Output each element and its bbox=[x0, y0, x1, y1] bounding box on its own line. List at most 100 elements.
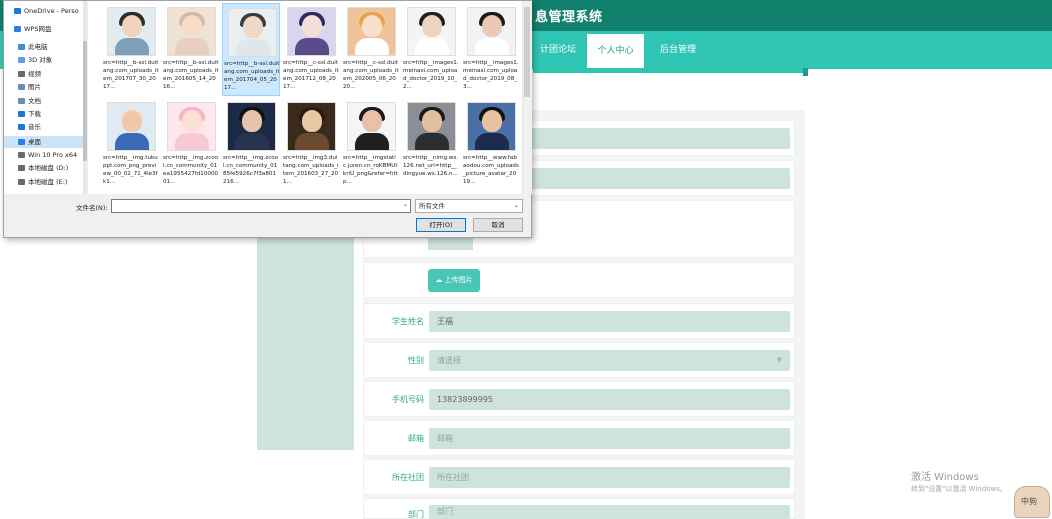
file-item[interactable]: src=http__img.zcool.cn_community_01ea195… bbox=[162, 98, 220, 191]
file-name: src=http__b-ssl.duitang.com_uploads_item… bbox=[103, 60, 159, 90]
filetype-value: 所有文件 bbox=[419, 202, 445, 210]
phone-input[interactable]: 13823899995 bbox=[429, 389, 790, 410]
filetype-select[interactable]: 所有文件 ⌄ bbox=[415, 199, 523, 213]
nav-item-forum[interactable]: 计团论坛 bbox=[533, 31, 583, 69]
sidebar-item-label: WPS网盘 bbox=[24, 25, 52, 33]
sidebar-item[interactable]: 本地磁盘 (D:) bbox=[18, 162, 68, 174]
file-item[interactable]: src=http__img3.duitang.com_uploads_item_… bbox=[282, 98, 340, 191]
image-thumbnail bbox=[107, 7, 156, 56]
file-list-scrollbar-thumb[interactable] bbox=[524, 7, 530, 97]
chevron-down-icon: ▼ bbox=[776, 356, 782, 364]
sidebar-item-label: 音乐 bbox=[28, 123, 41, 131]
form-row-email: 邮箱 邮箱 bbox=[363, 420, 795, 456]
sidebar-item-label: 视频 bbox=[28, 70, 41, 78]
label-gender: 性别 bbox=[408, 356, 424, 365]
cloud-upload-icon: ☁ bbox=[435, 276, 443, 284]
label-club: 所在社团 bbox=[392, 473, 424, 482]
sidebar-item[interactable]: 视频 bbox=[18, 68, 41, 80]
sidebar-item[interactable]: OneDrive - Perso bbox=[14, 5, 79, 17]
sidebar-item-label: 本地磁盘 (D:) bbox=[28, 164, 69, 172]
sidebar-item-label: 此电脑 bbox=[28, 43, 48, 51]
thumbnail-figure-face bbox=[243, 16, 263, 38]
cloud-icon bbox=[14, 8, 21, 14]
mascot-icon[interactable]: 中狗 bbox=[1014, 486, 1050, 518]
gender-select-value: 请选择 bbox=[437, 356, 461, 365]
file-item[interactable]: src=http__b-ssl.duitang.com_uploads_item… bbox=[102, 3, 160, 96]
email-input[interactable]: 邮箱 bbox=[429, 428, 790, 449]
thumbnail-figure-face bbox=[482, 110, 502, 132]
nav-item-profile[interactable]: 个人中心 bbox=[587, 34, 644, 69]
sidebar-item[interactable]: WPS网盘 bbox=[14, 23, 51, 35]
file-item[interactable]: src=http__nimg.ws.126.net_url=http__ding… bbox=[402, 98, 460, 191]
computer-icon bbox=[18, 44, 25, 50]
drive-icon bbox=[18, 165, 25, 171]
file-name: src=http__img3.duitang.com_uploads_item_… bbox=[283, 155, 339, 185]
nav-item-admin[interactable]: 后台管理 bbox=[649, 31, 707, 69]
file-name: src=http__imgstatic.juren.cn_roKBMUtkriU… bbox=[343, 155, 398, 185]
sidebar-item[interactable]: 音乐 bbox=[18, 121, 41, 133]
navigation-pane: OneDrive - Perso WPS网盘此电脑 3D 对象视频图片文档下载音乐桌… bbox=[4, 1, 87, 194]
chevron-down-icon[interactable]: ⌄ bbox=[403, 201, 408, 208]
sidebar-item[interactable]: Win 10 Pro x64 bbox=[18, 149, 77, 161]
label-student-name: 学生姓名 bbox=[392, 317, 424, 326]
nav-underline bbox=[533, 68, 805, 73]
sidebar-item-label: 图片 bbox=[28, 83, 41, 91]
sidebar-item[interactable]: 3D 对象 bbox=[18, 54, 52, 66]
file-item[interactable]: src=http__b-ssl.duitang.com_uploads_item… bbox=[222, 3, 280, 96]
mascot-label: 中狗 bbox=[1021, 497, 1037, 506]
thumbnail-figure-face bbox=[302, 110, 322, 132]
navigation-scrollbar-thumb[interactable] bbox=[83, 41, 87, 161]
label-email: 邮箱 bbox=[408, 434, 424, 443]
file-item[interactable]: src=http__imgstatic.juren.cn_roKBMUtkriU… bbox=[342, 98, 400, 191]
file-name: src=http__img.tukuppt.com_png_preview_00… bbox=[103, 155, 158, 185]
cancel-button[interactable]: 取消 bbox=[473, 218, 523, 232]
club-input[interactable]: 所在社团 bbox=[429, 467, 790, 488]
thumbnail-figure-body bbox=[415, 38, 449, 55]
filename-input[interactable]: ⌄ bbox=[111, 199, 411, 213]
label-department: 部门 bbox=[408, 510, 424, 519]
cube-icon bbox=[18, 57, 25, 63]
form-row-club: 所在社团 所在社团 bbox=[363, 459, 795, 495]
file-item[interactable]: src=http__images1.meinaxi.com_upload_doc… bbox=[402, 3, 460, 96]
sidebar-item[interactable]: 桌面 bbox=[4, 136, 84, 148]
thumbnail-figure-face bbox=[422, 15, 442, 37]
image-thumbnail bbox=[167, 7, 216, 56]
file-item[interactable]: src=http__www.fabaodou.com_uploads_pictu… bbox=[462, 98, 520, 191]
file-name: src=http__nimg.ws.126.net_url=http__ding… bbox=[403, 155, 459, 177]
sidebar-item[interactable]: 本地磁盘 (E:) bbox=[18, 176, 67, 188]
file-name: src=http__www.fabaodou.com_uploads_pictu… bbox=[463, 155, 519, 185]
form-row-gender: 性别 请选择 ▼ bbox=[363, 342, 795, 378]
nav-underline-marker bbox=[803, 68, 808, 76]
thumbnail-figure-body bbox=[175, 133, 209, 150]
upload-image-button[interactable]: ☁ 上传图片 bbox=[428, 269, 480, 292]
image-thumbnail bbox=[287, 102, 336, 151]
form-row-phone: 手机号码 13823899995 bbox=[363, 381, 795, 417]
thumbnail-figure-body bbox=[475, 133, 509, 150]
sidebar-item[interactable]: 此电脑 bbox=[18, 41, 48, 53]
sidebar-item-label: 文档 bbox=[28, 97, 41, 105]
video-icon bbox=[18, 71, 25, 77]
file-item[interactable]: src=http__c-ssl.duitang.com_uploads_item… bbox=[282, 3, 340, 96]
file-item[interactable]: src=http__images1.meinaxi.com_upload_doc… bbox=[462, 3, 520, 96]
thumbnail-figure-body bbox=[355, 133, 389, 150]
desktop-icon bbox=[18, 139, 25, 145]
file-item[interactable]: src=http__c-ssl.duitang.com_uploads_item… bbox=[342, 3, 400, 96]
sidebar-item[interactable]: 下载 bbox=[18, 108, 41, 120]
gender-select[interactable]: 请选择 ▼ bbox=[429, 350, 790, 371]
activate-windows-title: 激活 Windows bbox=[911, 472, 979, 483]
image-thumbnail bbox=[227, 102, 276, 151]
sidebar-item-label: 3D 对象 bbox=[28, 56, 53, 64]
open-button[interactable]: 打开(O) bbox=[416, 218, 466, 232]
file-item[interactable]: src=http__b-ssl.duitang.com_uploads_item… bbox=[162, 3, 220, 96]
sidebar-item[interactable]: 图片 bbox=[18, 81, 41, 93]
form-row-name: 学生姓名 王福 bbox=[363, 303, 795, 339]
file-open-dialog: OneDrive - Perso WPS网盘此电脑 3D 对象视频图片文档下载音乐桌… bbox=[3, 0, 532, 238]
thumbnail-figure-body bbox=[175, 38, 209, 55]
file-item[interactable]: src=http__img.zcool.cn_community_0185fe5… bbox=[222, 98, 280, 191]
picture-icon bbox=[18, 84, 25, 90]
thumbnail-figure-face bbox=[122, 15, 142, 37]
file-item[interactable]: src=http__img.tukuppt.com_png_preview_00… bbox=[102, 98, 160, 191]
department-input[interactable]: 部门 bbox=[429, 505, 790, 519]
sidebar-item[interactable]: 文档 bbox=[18, 95, 41, 107]
student-name-input[interactable]: 王福 bbox=[429, 311, 790, 332]
